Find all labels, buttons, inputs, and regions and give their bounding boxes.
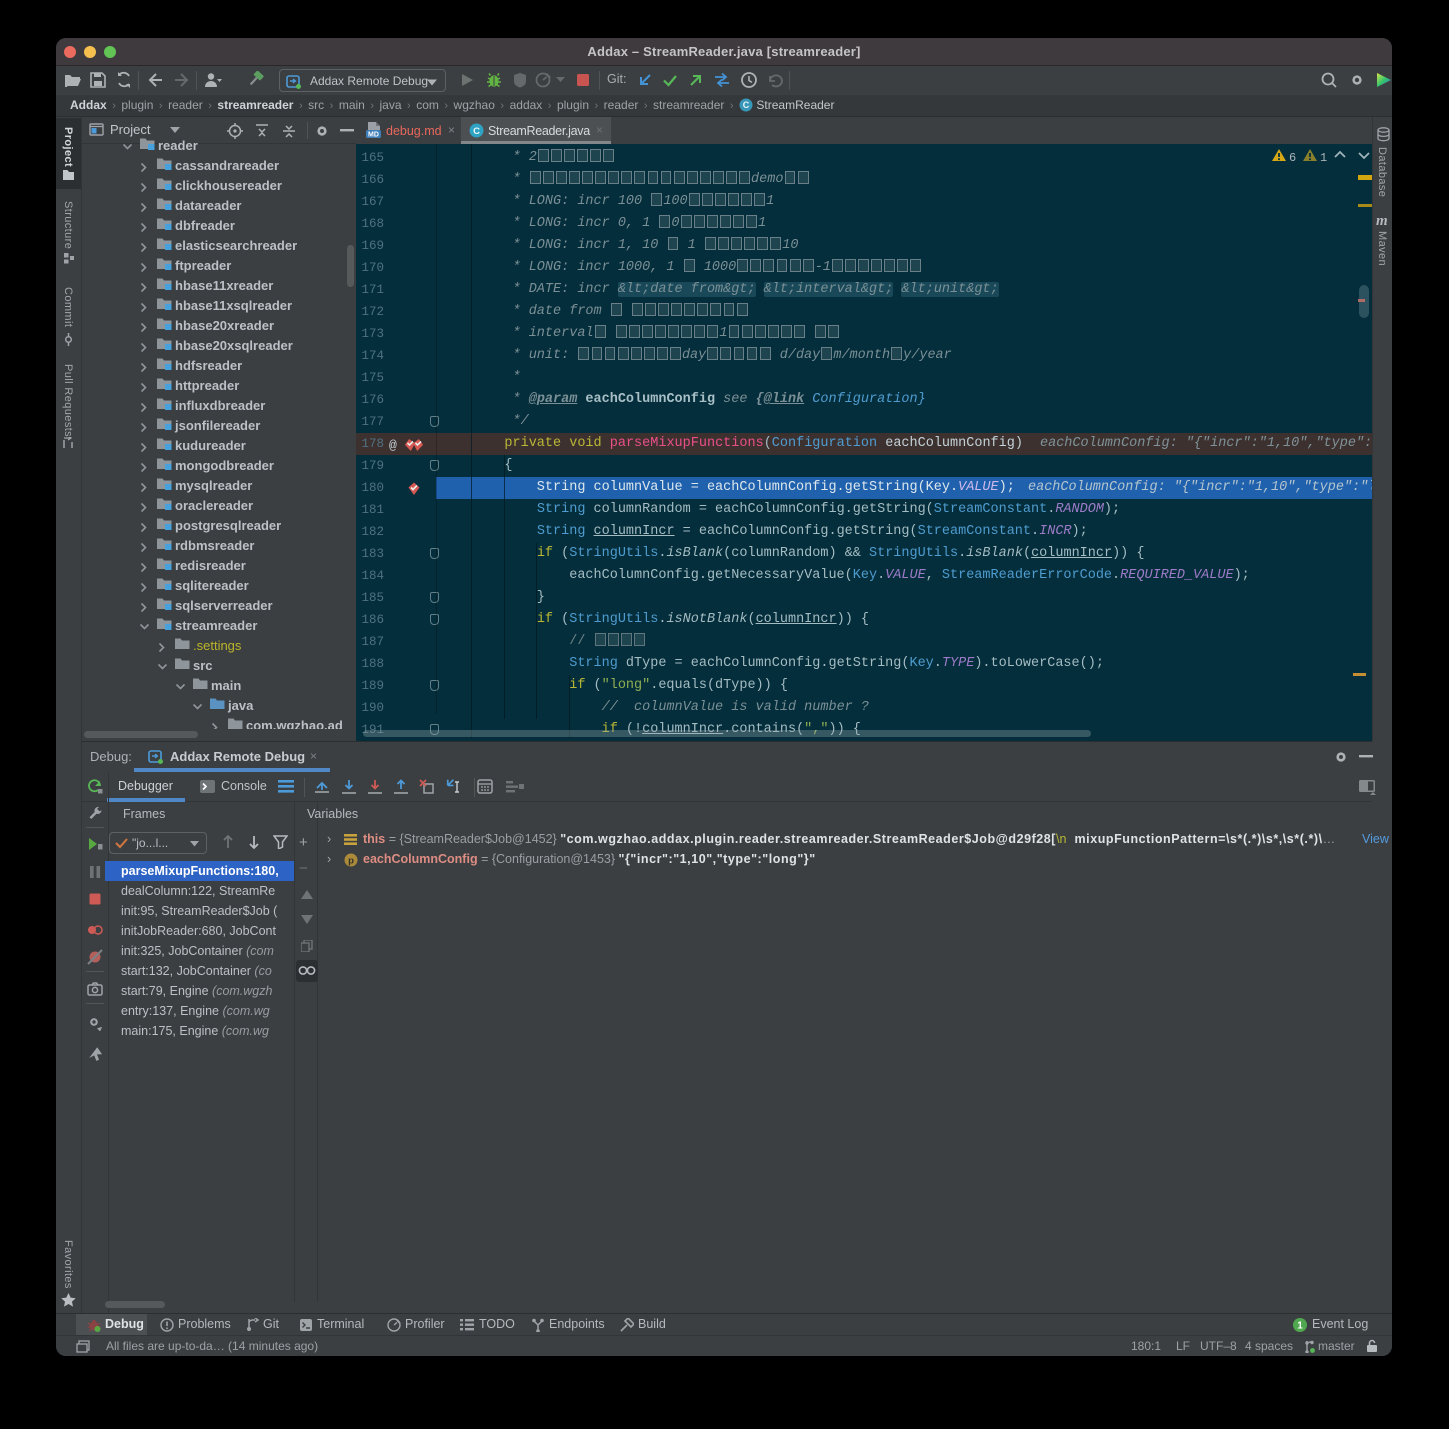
svg-text:p: p bbox=[348, 856, 354, 867]
svg-text:C: C bbox=[743, 100, 750, 110]
svg-text:MD: MD bbox=[368, 132, 379, 139]
svg-text:C: C bbox=[473, 126, 480, 137]
svg-text:1: 1 bbox=[1297, 1321, 1303, 1332]
